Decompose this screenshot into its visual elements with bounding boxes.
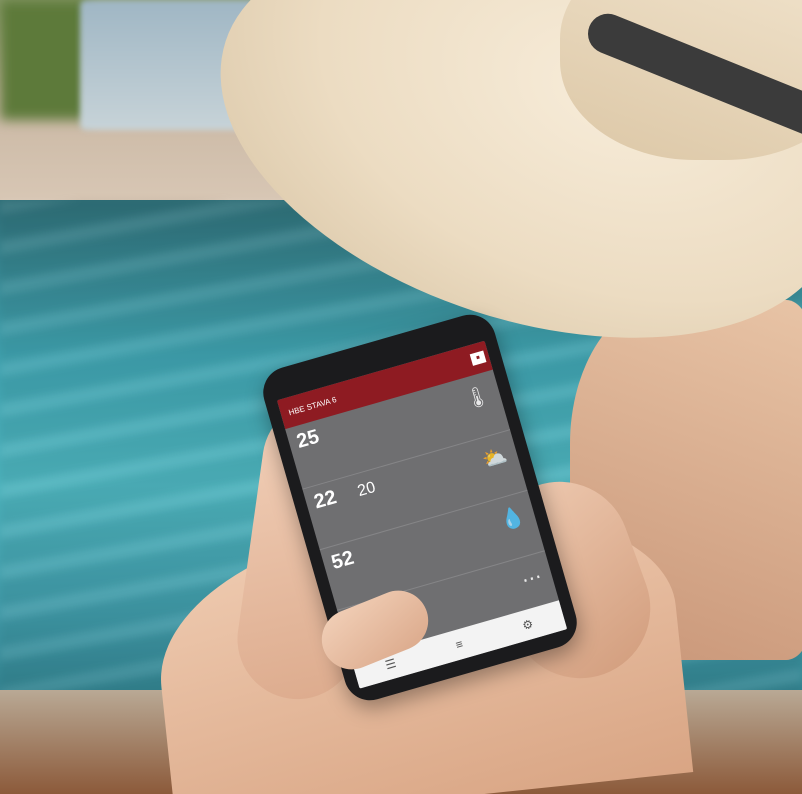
settings-icon[interactable]: ⚙: [521, 617, 535, 633]
menu-icon[interactable]: ≡: [454, 637, 465, 652]
weather-icon: ⛅: [479, 444, 510, 473]
weather-temp-value: 22: [311, 486, 340, 514]
photo-scene: HBE STAVA 6 ■ 25 🌡 22 20 ⛅ 52 💧 20 10 ⋯: [0, 0, 802, 794]
app-title: HBE STAVA 6: [287, 394, 338, 417]
weather-temp-value-2: 20: [355, 478, 378, 501]
plant: [0, 0, 90, 120]
more-icon[interactable]: ⋯: [519, 564, 545, 594]
sliders-icon[interactable]: ☰: [384, 656, 398, 672]
brand-logo: ■: [470, 350, 487, 366]
